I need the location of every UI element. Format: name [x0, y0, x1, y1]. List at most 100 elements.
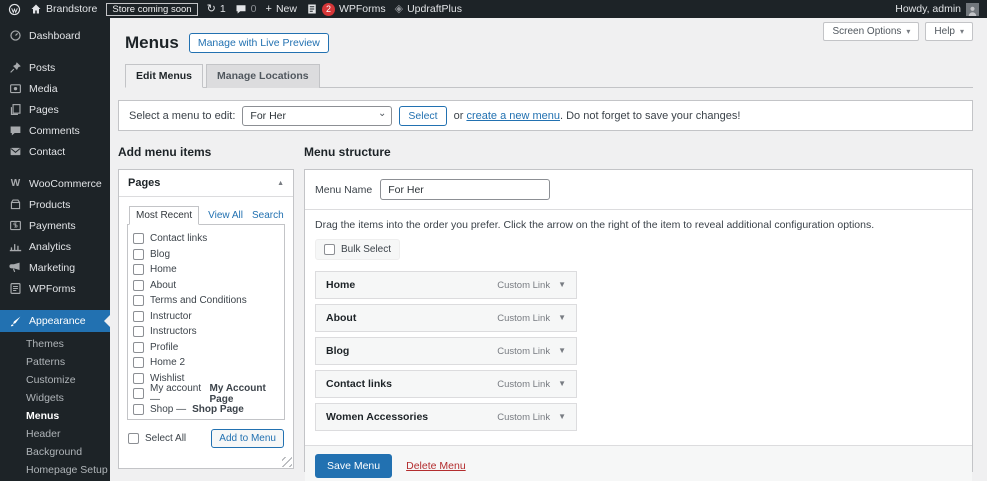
page-checkbox-row: My account — My Account Page — [133, 383, 279, 405]
comment-icon — [235, 3, 247, 15]
add-to-menu-button[interactable]: Add to Menu — [211, 429, 284, 448]
page-checkbox[interactable] — [133, 388, 144, 400]
tab-view-all[interactable]: View All — [208, 210, 243, 225]
menu-name-input[interactable] — [380, 179, 551, 200]
item-type-label: Custom Link — [497, 279, 551, 291]
tab-most-recent[interactable]: Most Recent — [129, 206, 200, 225]
sidebar-item-appearance[interactable]: Appearance — [0, 310, 110, 332]
avatar[interactable] — [966, 2, 979, 16]
page-checkbox[interactable] — [133, 279, 144, 291]
create-new-menu-link[interactable]: create a new menu — [466, 110, 560, 122]
sidebar-item-media[interactable]: Media — [0, 78, 110, 99]
save-menu-button[interactable]: Save Menu — [315, 454, 393, 478]
submenu-item-homepage-setup[interactable]: Homepage Setup — [0, 462, 110, 480]
expand-item-icon[interactable]: ▼ — [558, 380, 566, 388]
page-checkbox-row: Home — [133, 262, 279, 278]
tab-search[interactable]: Search — [252, 210, 284, 225]
page-checkbox[interactable] — [133, 341, 144, 353]
sidebar-item-posts[interactable]: Posts — [0, 57, 110, 78]
menu-item-blog[interactable]: Blog Custom Link ▼ — [315, 337, 577, 365]
menu-select-dropdown[interactable]: For Her — [242, 105, 393, 126]
wordpress-logo-icon[interactable] — [8, 3, 21, 16]
expand-item-icon[interactable]: ▼ — [558, 281, 566, 289]
sidebar-item-dashboard[interactable]: Dashboard — [0, 25, 110, 46]
site-menu[interactable]: Brandstore — [30, 3, 97, 15]
tab-manage-locations[interactable]: Manage Locations — [206, 64, 320, 88]
submenu-item-menus[interactable]: Menus — [0, 408, 110, 426]
manage-live-preview-button[interactable]: Manage with Live Preview — [188, 33, 329, 53]
page-checkbox-row: About — [133, 278, 279, 294]
menu-item-about[interactable]: About Custom Link ▼ — [315, 304, 577, 332]
help-button[interactable]: Help ▾ — [925, 22, 973, 41]
updates-menu[interactable]: ↻ 1 — [207, 3, 226, 15]
screen-options-button[interactable]: Screen Options ▾ — [823, 22, 920, 41]
page-checkbox[interactable] — [133, 326, 144, 338]
page-checkbox[interactable] — [133, 403, 144, 415]
menu-item-contact-links[interactable]: Contact links Custom Link ▼ — [315, 370, 577, 398]
sidebar-item-payments[interactable]: Payments — [0, 215, 110, 236]
wpforms-notification-badge: 2 — [321, 2, 335, 16]
updraft-label: UpdraftPlus — [407, 3, 462, 15]
bulk-select-control[interactable]: Bulk Select — [315, 239, 401, 260]
sidebar-item-contact[interactable]: Contact — [0, 141, 110, 162]
sidebar-item-comments[interactable]: Comments — [0, 120, 110, 141]
delete-menu-link[interactable]: Delete Menu — [406, 460, 466, 472]
submenu-item-themes[interactable]: Themes — [0, 336, 110, 354]
item-type-label: Custom Link — [497, 312, 551, 324]
main-content: Screen Options ▾ Help ▾ Menus Manage wit… — [110, 18, 987, 481]
select-button[interactable]: Select — [399, 105, 447, 126]
page-checkbox[interactable] — [133, 248, 144, 260]
menu-item-women-accessories[interactable]: Women Accessories Custom Link ▼ — [315, 403, 577, 431]
select-all-control[interactable]: Select All — [128, 433, 186, 444]
sidebar-item-marketing[interactable]: Marketing — [0, 257, 110, 278]
sidebar-item-products[interactable]: Products — [0, 194, 110, 215]
wpforms-icon — [306, 3, 318, 15]
menu-item-home[interactable]: Home Custom Link ▼ — [315, 271, 577, 299]
collapse-icon[interactable]: ▲ — [277, 180, 284, 187]
sidebar-item-analytics[interactable]: Analytics — [0, 236, 110, 257]
howdy-admin[interactable]: Howdy, admin — [895, 3, 961, 15]
wpforms-menu[interactable]: 2 WPForms — [306, 2, 386, 16]
sidebar-item-wpforms[interactable]: WPForms — [0, 278, 110, 299]
submenu-item-widgets[interactable]: Widgets — [0, 390, 110, 408]
updraftplus-menu[interactable]: ◈ UpdraftPlus — [395, 3, 462, 15]
page-checkbox[interactable] — [133, 310, 144, 322]
page-checkbox-row: Blog — [133, 247, 279, 263]
submenu-item-background[interactable]: Background — [0, 444, 110, 462]
submenu-item-patterns[interactable]: Patterns — [0, 354, 110, 372]
submenu-item-header[interactable]: Header — [0, 426, 110, 444]
page-checkbox-row: Terms and Conditions — [133, 293, 279, 309]
item-type-label: Custom Link — [497, 378, 551, 390]
expand-item-icon[interactable]: ▼ — [558, 314, 566, 322]
add-menu-items-heading: Add menu items — [118, 145, 212, 159]
menu-structure-panel: Menu Name Drag the items into the order … — [304, 169, 973, 481]
new-content-menu[interactable]: + New — [266, 3, 297, 15]
comments-menu[interactable]: 0 — [235, 3, 257, 15]
tab-edit-menus[interactable]: Edit Menus — [125, 64, 204, 88]
wpforms-label: WPForms — [338, 3, 386, 15]
page-checkbox-row: Instructor — [133, 309, 279, 325]
expand-item-icon[interactable]: ▼ — [558, 347, 566, 355]
page-checkbox[interactable] — [133, 372, 144, 384]
pages-accordion-header[interactable]: Pages ▲ — [119, 170, 293, 197]
expand-item-icon[interactable]: ▼ — [558, 413, 566, 421]
select-all-checkbox[interactable] — [128, 433, 139, 444]
page-checkbox[interactable] — [133, 233, 144, 245]
page-checkbox-row: Home 2 — [133, 355, 279, 371]
page-checkbox[interactable] — [133, 295, 144, 307]
or-create-text: or create a new menu. Do not forget to s… — [453, 109, 741, 122]
sidebar-item-woocommerce[interactable]: W WooCommerce — [0, 173, 110, 194]
page-checkbox[interactable] — [133, 264, 144, 276]
pages-accordion: Pages ▲ Most Recent View All Search Cont… — [118, 169, 294, 469]
admin-sidebar: Dashboard Posts Media Pages Comments Con… — [0, 18, 110, 481]
appearance-submenu: Themes Patterns Customize Widgets Menus … — [0, 332, 110, 480]
nav-tabs: Edit Menus Manage Locations — [125, 63, 973, 88]
page-checkbox-row: Contact links — [133, 231, 279, 247]
page-checkbox[interactable] — [133, 357, 144, 369]
new-label: New — [275, 3, 297, 15]
sidebar-item-pages[interactable]: Pages — [0, 99, 110, 120]
resize-handle[interactable] — [282, 457, 292, 467]
coming-soon-badge[interactable]: Store coming soon — [106, 2, 198, 16]
submenu-item-customize[interactable]: Customize — [0, 372, 110, 390]
bulk-select-checkbox[interactable] — [324, 244, 335, 255]
